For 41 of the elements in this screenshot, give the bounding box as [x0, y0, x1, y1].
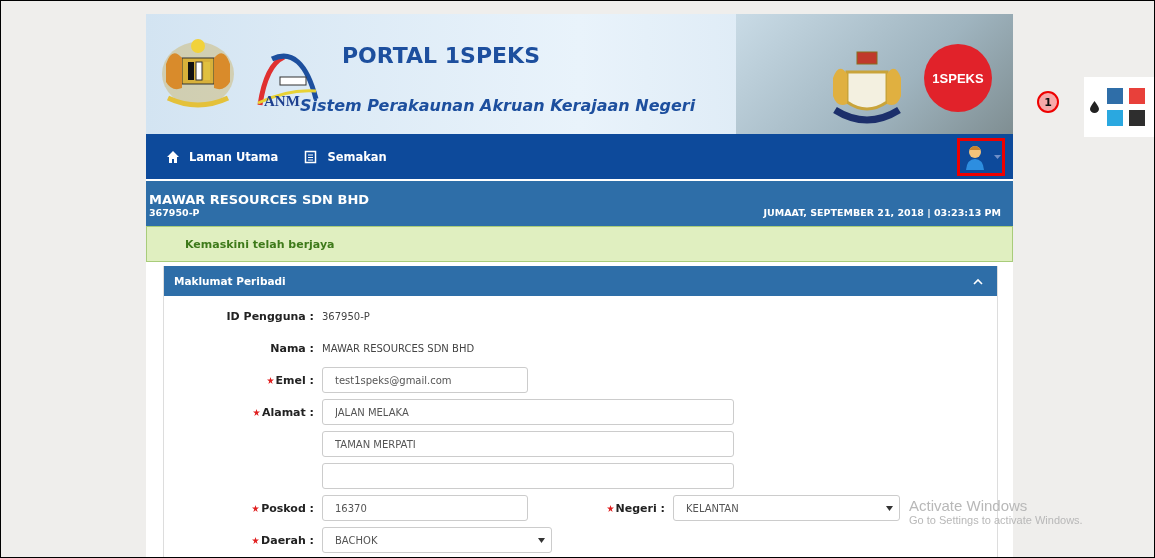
- company-id: 367950-P: [149, 207, 201, 218]
- select-field[interactable]: BACHOK: [322, 527, 552, 553]
- input-field[interactable]: TAMAN MERPATI: [322, 431, 734, 457]
- input-field[interactable]: JALAN MELAKA: [322, 399, 734, 425]
- activation-title: Activate Windows: [909, 497, 1029, 514]
- collapse-icon[interactable]: [973, 277, 983, 285]
- field-label: Daerah :: [261, 533, 314, 547]
- dropdown-arrow-icon: [886, 505, 893, 511]
- portal-subtitle: Sistem Perakaunan Akruan Kerajaan Negeri: [300, 96, 696, 115]
- select-field[interactable]: KELANTAN: [673, 495, 900, 521]
- home-icon: [166, 149, 180, 164]
- field-value: MAWAR RESOURCES SDN BHD: [322, 342, 475, 354]
- input-field[interactable]: [322, 463, 734, 489]
- alert-message: Kemaskini telah berjaya: [185, 237, 335, 251]
- panel-title: Maklumat Peribadi: [174, 275, 286, 287]
- color-swatch[interactable]: [1129, 88, 1145, 104]
- droplet-icon: [1090, 101, 1099, 113]
- book-icon: [304, 149, 319, 164]
- nav-link[interactable]: Semakan: [304, 149, 387, 164]
- field-label: ID Pengguna :: [226, 309, 314, 323]
- portal-title: PORTAL 1SPEKS: [342, 43, 541, 68]
- dropdown-arrow-icon: [538, 537, 545, 543]
- field-label: Emel :: [275, 373, 314, 387]
- date-time: JUMAAT, SEPTEMBER 21, 2018 | 03:23:13 PM: [763, 207, 1001, 218]
- caret-icon: [993, 154, 1001, 159]
- color-swatch[interactable]: [1107, 88, 1123, 104]
- input-field[interactable]: test1speks@gmail.com: [322, 367, 528, 393]
- callout-marker: 1: [1037, 91, 1059, 113]
- input-field[interactable]: 16370: [322, 495, 528, 521]
- field-label: Negeri :: [615, 501, 665, 515]
- field-label: Poskod :: [261, 501, 314, 515]
- field-value: 367950-P: [322, 310, 370, 322]
- user-menu-button[interactable]: [957, 137, 1005, 176]
- highlight-box: [957, 137, 1005, 176]
- field-label: Nama :: [270, 341, 314, 355]
- color-swatch[interactable]: [1129, 110, 1145, 126]
- nav-link[interactable]: Laman Utama: [166, 149, 279, 164]
- company-name: MAWAR RESOURCES SDN BHD: [149, 192, 370, 207]
- agency-name: ANM: [264, 92, 300, 109]
- field-label: Alamat :: [261, 405, 314, 419]
- color-swatch[interactable]: [1107, 110, 1123, 126]
